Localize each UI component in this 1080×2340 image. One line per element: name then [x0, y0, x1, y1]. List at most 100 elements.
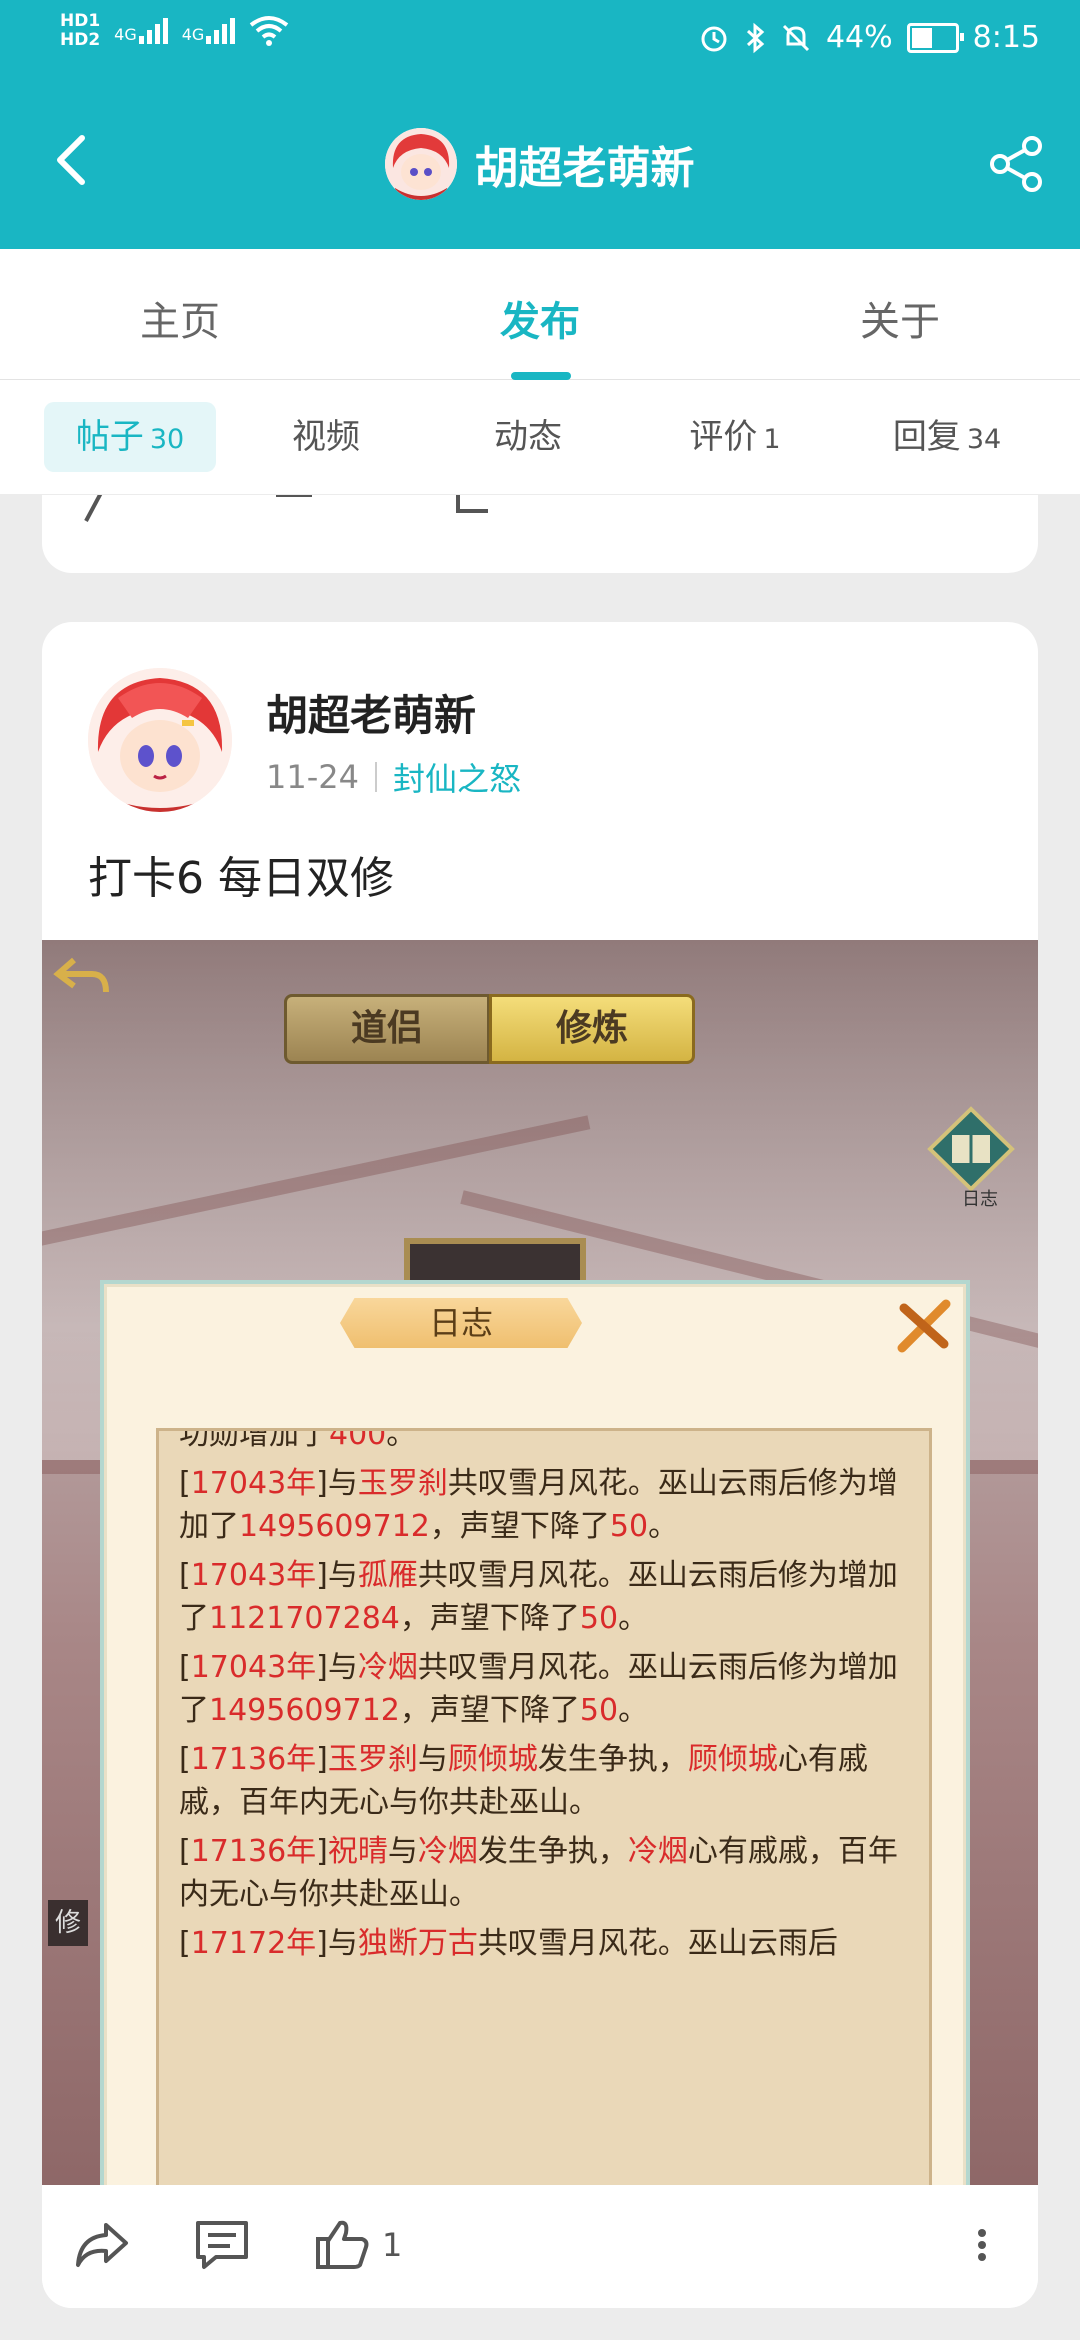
- thumbs-up-icon: [316, 2220, 369, 2269]
- subtab-activity[interactable]: 动态: [458, 402, 598, 472]
- top-bar: HD1 HD2 4G 4G 44% 8:15 胡超老萌新: [0, 0, 1080, 249]
- alarm-icon: [701, 26, 727, 51]
- author-avatar[interactable]: [88, 668, 232, 812]
- game-tab-partner: 道侣: [284, 994, 490, 1064]
- subtab-activity-label: 动态: [494, 417, 562, 457]
- like-button[interactable]: 1: [312, 2215, 402, 2275]
- log-text: 。: [618, 1693, 649, 1728]
- signal-icon: 4G: [114, 18, 168, 44]
- hd2-label: HD2: [60, 30, 101, 50]
- thumbs-up-icon[interactable]: [452, 495, 492, 525]
- previous-post-card[interactable]: [42, 495, 1038, 573]
- log-highlight: 17172年: [190, 1926, 317, 1961]
- log-text: 与: [417, 1742, 448, 1777]
- author-name[interactable]: 胡超老萌新: [266, 682, 476, 743]
- log-text: 功勋增加了: [179, 1428, 329, 1452]
- meta-divider: [374, 762, 377, 792]
- subtab-replies-count: 34: [966, 424, 1002, 455]
- tab-publish[interactable]: 发布: [390, 289, 690, 347]
- network-label-1: 4G: [114, 25, 137, 44]
- share-icon[interactable]: [986, 134, 1046, 194]
- game-tab-cultivate: 修炼: [489, 994, 695, 1064]
- log-highlight: 冷烟: [357, 1650, 418, 1685]
- log-text: [: [179, 1926, 191, 1961]
- log-highlight: 50: [579, 1601, 619, 1636]
- tab-home[interactable]: 主页: [30, 289, 330, 347]
- log-entry: 功勋增加了400。: [159, 1428, 929, 1456]
- status-bar: HD1 HD2 4G 4G 44% 8:15: [0, 0, 1080, 80]
- log-highlight: 玉罗刹: [357, 1466, 448, 1501]
- log-text: ]与: [316, 1466, 358, 1501]
- log-text: 共叹雪月风花。巫山云雨后: [477, 1926, 838, 1961]
- comment-button[interactable]: [192, 2215, 252, 2275]
- subtab-reviews[interactable]: 评价 1: [660, 402, 810, 472]
- main-tabs: 主页 发布 关于: [0, 249, 1080, 380]
- subtab-videos-label: 视频: [292, 417, 360, 457]
- log-highlight: 17136年: [190, 1742, 317, 1777]
- log-text: 。: [618, 1601, 649, 1636]
- log-highlight: 祝晴: [327, 1834, 388, 1869]
- log-highlight: 17043年: [190, 1650, 317, 1685]
- comment-icon[interactable]: [274, 495, 314, 525]
- log-entry: [17043年]与孤雁共叹雪月风花。巫山云雨后修为增加了1121707284，声…: [159, 1554, 929, 1640]
- log-text: 发生争执，: [477, 1834, 628, 1869]
- post-meta: 11-24 封仙之怒: [266, 754, 521, 800]
- log-text: ]与: [316, 1558, 358, 1593]
- tab-about[interactable]: 关于: [750, 289, 1050, 347]
- side-label: 修: [48, 1900, 88, 1946]
- close-icon: [897, 1299, 951, 1353]
- log-highlight: 冷烟: [627, 1834, 688, 1869]
- subtab-videos[interactable]: 视频: [256, 402, 396, 472]
- mute-icon: [782, 24, 809, 51]
- log-dialog: 日志 功勋增加了400。 [17043年]与玉罗刹共叹雪月风花。巫山云雨后修为增加…: [100, 1280, 970, 2230]
- header-avatar[interactable]: [385, 128, 458, 200]
- log-text: ]与: [316, 1650, 358, 1685]
- log-highlight: 1495609712: [239, 1509, 430, 1544]
- comment-icon: [196, 2221, 248, 2269]
- game-tag[interactable]: 封仙之怒: [393, 754, 521, 800]
- undo-icon: [53, 957, 109, 993]
- subtab-reviews-count: 1: [763, 424, 781, 455]
- post-card[interactable]: 胡超老萌新 11-24 封仙之怒 打卡6 每日双修 道侣 修炼 日志 修 日志: [42, 622, 1038, 2308]
- log-highlight: 17043年: [190, 1466, 317, 1501]
- subtab-replies-label: 回复: [892, 417, 961, 457]
- post-action-bar: 1: [42, 2185, 1038, 2308]
- forward-icon[interactable]: [82, 495, 122, 525]
- log-text: ]: [316, 1834, 328, 1869]
- subtab-posts[interactable]: 帖子 30: [44, 402, 216, 472]
- log-text: [: [179, 1742, 191, 1777]
- log-highlight: 顾倾城: [447, 1742, 538, 1777]
- battery-icon: [906, 22, 964, 53]
- wifi-icon: [250, 16, 289, 46]
- header-title-group: 胡超老萌新: [0, 128, 1080, 200]
- log-entry: [17043年]与冷烟共叹雪月风花。巫山云雨后修为增加了1495609712，声…: [159, 1646, 929, 1732]
- log-highlight: 17043年: [190, 1558, 317, 1593]
- log-entry: [17043年]与玉罗刹共叹雪月风花。巫山云雨后修为增加了1495609712，…: [159, 1462, 929, 1548]
- forward-button[interactable]: [72, 2215, 132, 2275]
- forward-icon: [76, 2223, 128, 2267]
- post-image[interactable]: 道侣 修炼 日志 修 日志 功勋增加了400。 [17043年]与玉罗刹共叹雪月风…: [42, 940, 1038, 2230]
- log-button-label: 日志: [962, 1189, 998, 1210]
- more-button[interactable]: [972, 2215, 992, 2275]
- subtab-posts-count: 30: [149, 424, 185, 455]
- log-text: ]: [316, 1742, 328, 1777]
- log-text: [: [179, 1834, 191, 1869]
- post-date: 11-24: [266, 758, 359, 796]
- log-entry: [17172年]与独断万古共叹雪月风花。巫山云雨后: [159, 1922, 929, 1965]
- subtab-posts-label: 帖子: [75, 417, 144, 457]
- log-text: 与: [387, 1834, 418, 1869]
- dialog-title: 日志: [340, 1298, 582, 1348]
- active-tab-indicator: [511, 372, 571, 380]
- subtab-replies[interactable]: 回复 34: [862, 402, 1032, 472]
- log-text: 。: [648, 1509, 679, 1544]
- clock: 8:15: [972, 20, 1040, 55]
- battery-percent: 44%: [825, 20, 893, 55]
- log-highlight: 冷烟: [417, 1834, 478, 1869]
- log-text: [: [179, 1558, 191, 1593]
- log-entry: [17136年]玉罗刹与顾倾城发生争执，顾倾城心有戚戚，百年内无心与你共赴巫山。: [159, 1738, 929, 1824]
- log-highlight: 顾倾城: [687, 1742, 778, 1777]
- page-title: 胡超老萌新: [474, 143, 695, 194]
- log-highlight: 玉罗刹: [327, 1742, 418, 1777]
- post-text: 打卡6 每日双修: [88, 853, 394, 904]
- more-icon: [978, 2229, 986, 2261]
